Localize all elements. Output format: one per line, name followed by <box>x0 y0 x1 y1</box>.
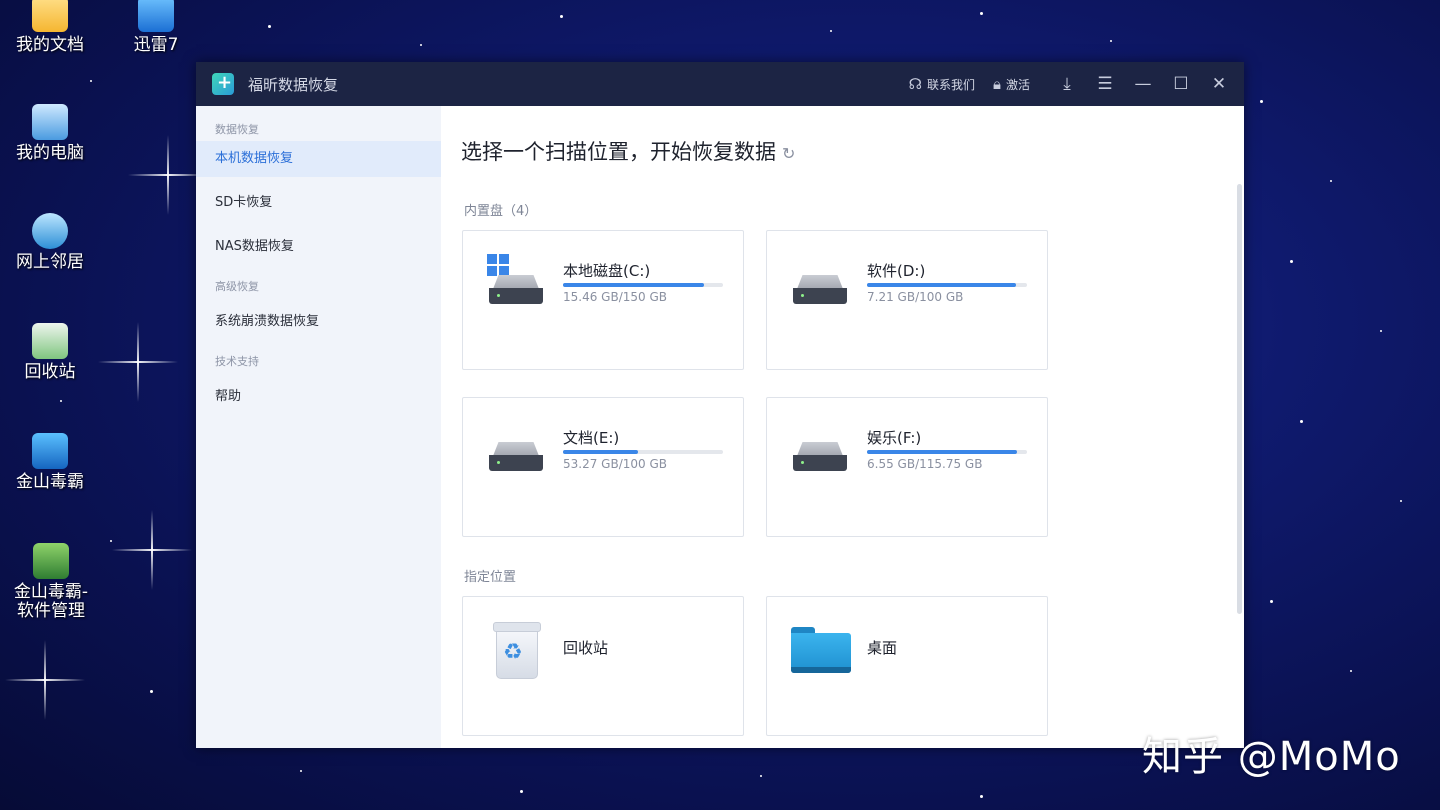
drive-name: 软件(D:) <box>867 262 926 280</box>
hard-drive-icon <box>489 275 543 305</box>
sidebar-group-support: 技术支持 <box>215 355 259 368</box>
window-title: 福昕数据恢复 <box>248 75 339 94</box>
drive-name: 本地磁盘(C:) <box>563 262 651 280</box>
network-icon <box>32 213 68 249</box>
location-card-desktop[interactable]: 桌面 <box>766 596 1048 736</box>
main-panel: 选择一个扫描位置，开始恢复数据 ↻ 内置盘（4） 本地磁盘(C:) 15.46 G… <box>441 106 1244 748</box>
hard-drive-icon <box>793 275 847 305</box>
sidebar-item-local-recovery[interactable]: 本机数据恢复 <box>196 141 441 177</box>
desktop-icon-label: 迅雷7 <box>133 35 179 55</box>
scrollbar[interactable] <box>1237 184 1242 614</box>
sidebar-group-advanced: 高级恢复 <box>215 280 259 293</box>
watermark: 知乎 @MoMo <box>1142 734 1401 780</box>
close-icon: ✕ <box>1211 74 1227 94</box>
sidebar: 数据恢复 本机数据恢复 SD卡恢复 NAS数据恢复 高级恢复 系统崩溃数据恢复 … <box>196 106 441 748</box>
drive-size: 15.46 GB/150 GB <box>563 290 667 304</box>
drive-name: 文档(E:) <box>563 429 620 447</box>
desktop-icon-label: 网上邻居 <box>16 252 84 272</box>
location-card-recycle-bin[interactable]: ♻ 回收站 <box>462 596 744 736</box>
maximize-button[interactable]: ☐ <box>1162 74 1200 94</box>
refresh-icon[interactable]: ↻ <box>782 144 795 163</box>
desktop-icon-label: 我的电脑 <box>16 143 84 163</box>
drive-usage-bar <box>867 450 1027 454</box>
title-bar[interactable]: 福昕数据恢复 ☊ 联系我们 🔒︎ 激活 ⤓ ☰ — ☐ ✕ <box>196 62 1244 106</box>
download-button[interactable]: ⤓ <box>1048 74 1086 94</box>
location-name: 桌面 <box>867 639 898 657</box>
desktop-icon-my-computer[interactable]: 我的电脑 <box>0 104 100 163</box>
sidebar-item-help[interactable]: 帮助 <box>196 379 441 415</box>
duba-icon <box>32 433 68 469</box>
sidebar-group-data-recovery: 数据恢复 <box>215 123 259 136</box>
builtin-drives-label: 内置盘（4） <box>464 204 538 219</box>
desktop-icon-duba[interactable]: 金山毒霸 <box>0 433 100 492</box>
activate-label: 激活 <box>1005 77 1030 92</box>
thunder-icon <box>138 0 174 32</box>
menu-button[interactable]: ☰ <box>1086 74 1124 94</box>
lock-icon: 🔒︎ <box>993 75 1001 93</box>
desktop-icon-label: 我的文档 <box>16 35 84 55</box>
desktop-icon-duba-software[interactable]: 金山毒霸-软件管理 <box>0 543 102 621</box>
sidebar-item-sd-recovery[interactable]: SD卡恢复 <box>196 185 441 221</box>
contact-us-label: 联系我们 <box>926 77 975 92</box>
minimize-icon: — <box>1134 74 1152 94</box>
folder-icon <box>32 0 68 32</box>
computer-icon <box>32 104 68 140</box>
activate-button[interactable]: 🔒︎ 激活 <box>993 75 1030 93</box>
contact-us-button[interactable]: ☊ 联系我们 <box>909 75 975 93</box>
download-icon: ⤓ <box>1063 74 1071 94</box>
hard-drive-icon <box>793 442 847 472</box>
drive-size: 53.27 GB/100 GB <box>563 457 667 471</box>
drive-usage-bar <box>867 283 1027 287</box>
folder-icon <box>791 627 851 673</box>
maximize-icon: ☐ <box>1173 74 1189 94</box>
drive-card-e[interactable]: 文档(E:) 53.27 GB/100 GB <box>462 397 744 537</box>
location-name: 回收站 <box>563 639 609 657</box>
minimize-button[interactable]: — <box>1124 74 1162 94</box>
sidebar-item-system-crash-recovery[interactable]: 系统崩溃数据恢复 <box>196 304 441 340</box>
hard-drive-icon <box>489 442 543 472</box>
windows-logo-icon <box>487 254 509 276</box>
drive-card-c[interactable]: 本地磁盘(C:) 15.46 GB/150 GB <box>462 230 744 370</box>
drive-card-d[interactable]: 软件(D:) 7.21 GB/100 GB <box>766 230 1048 370</box>
recycle-bin-icon: ♻ <box>493 622 541 679</box>
drive-usage-bar <box>563 283 723 287</box>
drive-size: 6.55 GB/115.75 GB <box>867 457 983 471</box>
drive-size: 7.21 GB/100 GB <box>867 290 964 304</box>
duba-software-icon <box>33 543 69 579</box>
desktop-icon-label: 金山毒霸-软件管理 <box>13 582 89 621</box>
headset-icon: ☊ <box>908 75 922 93</box>
desktop-icon-network[interactable]: 网上邻居 <box>0 213 100 272</box>
close-button[interactable]: ✕ <box>1200 74 1238 94</box>
drive-card-f[interactable]: 娱乐(F:) 6.55 GB/115.75 GB <box>766 397 1048 537</box>
app-window: 福昕数据恢复 ☊ 联系我们 🔒︎ 激活 ⤓ ☰ — ☐ ✕ 数据恢复 本机数据恢… <box>196 62 1244 748</box>
menu-icon: ☰ <box>1097 74 1113 94</box>
desktop-icon-label: 回收站 <box>24 362 76 382</box>
desktop-icon-recycle-bin[interactable]: 回收站 <box>0 323 100 382</box>
page-title-text: 选择一个扫描位置，开始恢复数据 <box>461 140 776 164</box>
sidebar-item-nas-recovery[interactable]: NAS数据恢复 <box>196 229 441 265</box>
drive-usage-bar <box>563 450 723 454</box>
page-title: 选择一个扫描位置，开始恢复数据 ↻ <box>461 136 795 166</box>
drive-name: 娱乐(F:) <box>867 429 922 447</box>
specified-location-label: 指定位置 <box>464 570 517 585</box>
desktop-icon-thunder[interactable]: 迅雷7 <box>106 0 206 55</box>
app-logo-icon <box>212 72 234 95</box>
recycle-bin-icon <box>32 323 68 359</box>
desktop-icon-my-documents[interactable]: 我的文档 <box>0 0 100 55</box>
desktop-icon-label: 金山毒霸 <box>16 472 84 492</box>
